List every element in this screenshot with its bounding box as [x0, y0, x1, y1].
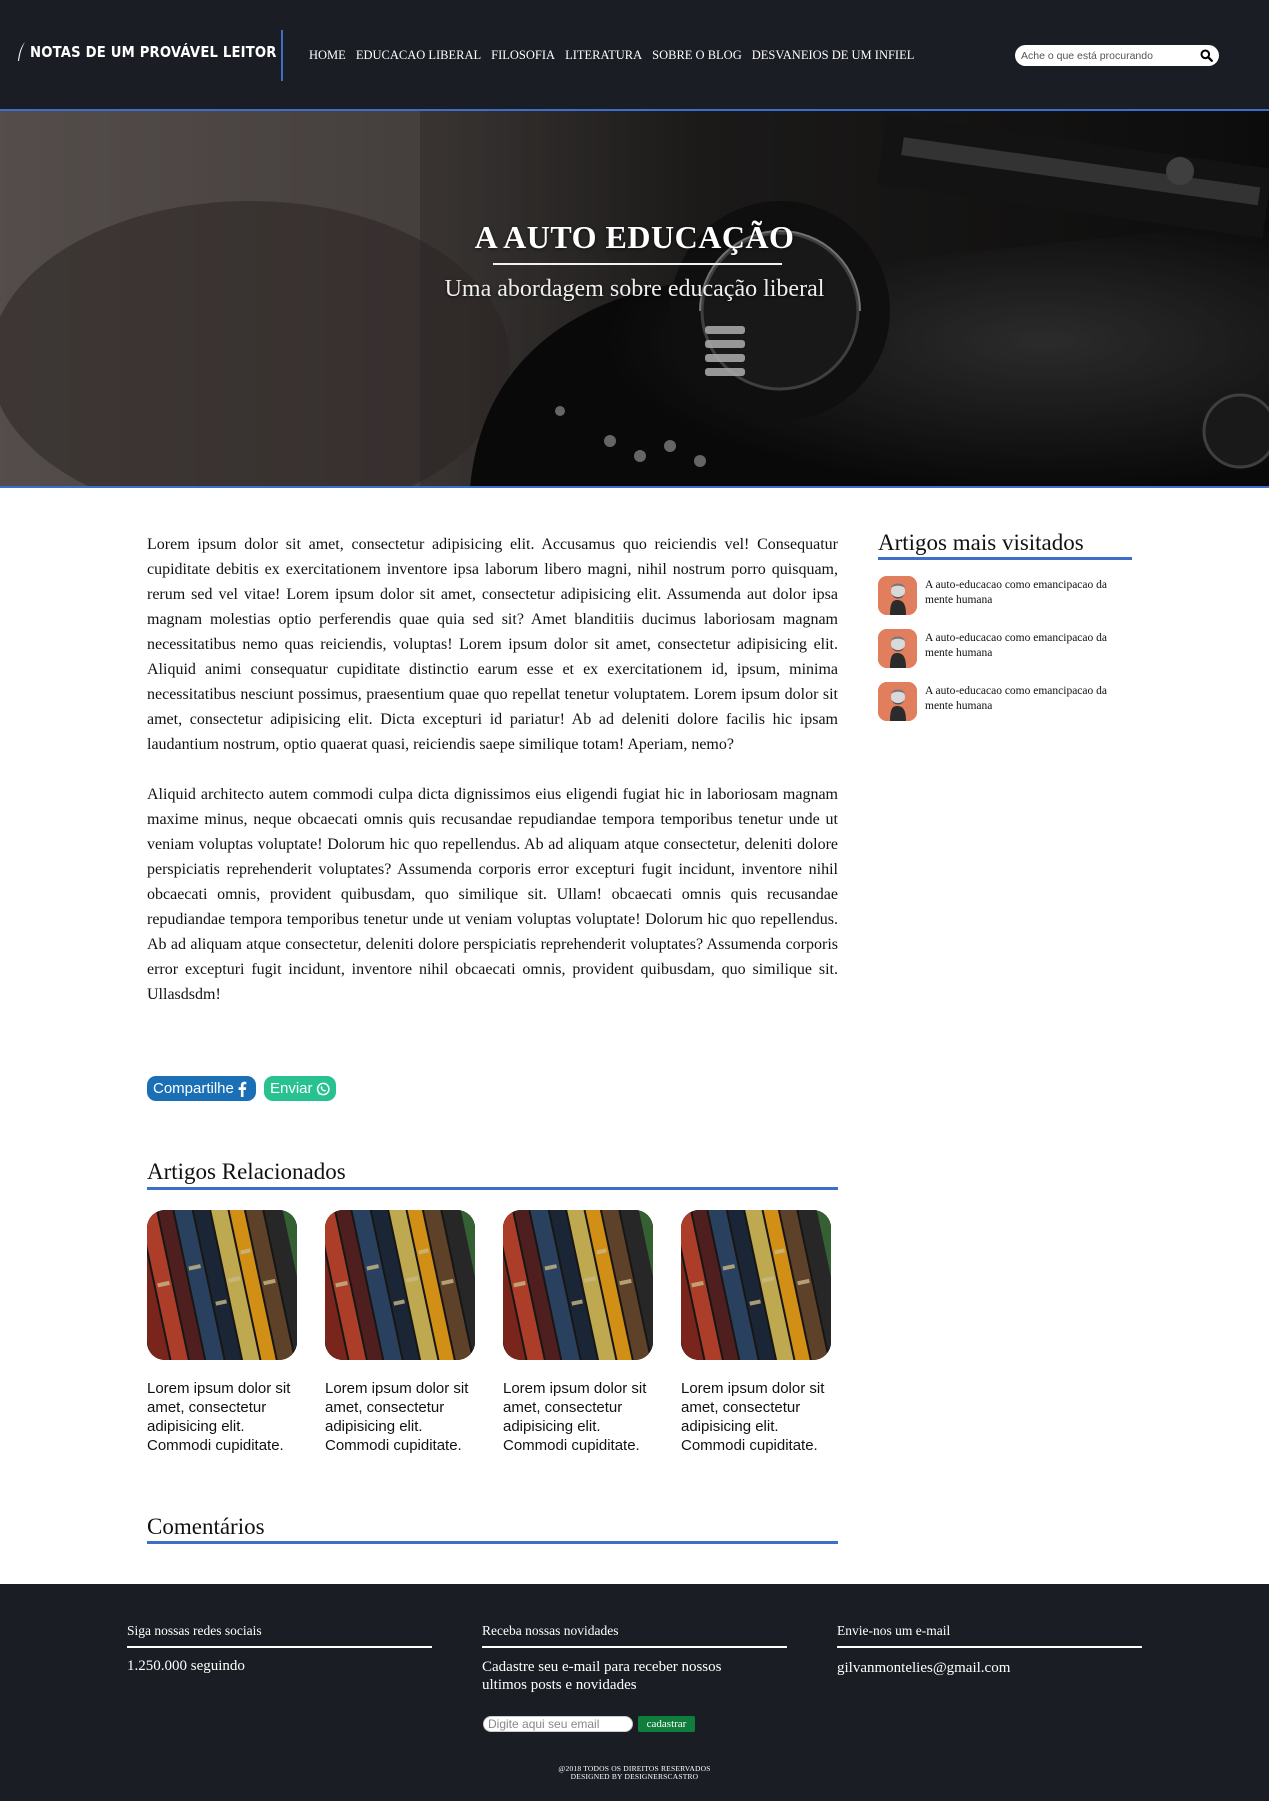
footer-news-underline: [482, 1646, 787, 1648]
author-portrait-icon[interactable]: [878, 629, 917, 668]
nav-sobre-o-blog[interactable]: SOBRE O BLOG: [652, 48, 742, 63]
bookshelf-thumbnail[interactable]: [503, 1210, 653, 1360]
bookshelf-thumbnail[interactable]: [147, 1210, 297, 1360]
related-card-text[interactable]: Lorem ipsum dolor sit amet, consectetur …: [681, 1379, 831, 1455]
search-icon[interactable]: [1200, 49, 1213, 62]
nav-home[interactable]: HOME: [309, 48, 346, 63]
quill-icon: [17, 41, 26, 63]
related-title: Artigos Relacionados: [147, 1159, 346, 1184]
newsletter-email-input[interactable]: [483, 1716, 633, 1732]
footer-social-title: Siga nossas redes sociais: [127, 1623, 262, 1638]
nav-filosofia[interactable]: FILOSOFIA: [491, 48, 555, 63]
popular-article-item[interactable]: A auto-educacao como emancipacao da ment…: [878, 576, 1125, 629]
nav-desvaneios[interactable]: DESVANEIOS DE UM INFIEL: [752, 48, 915, 63]
sidebar-title-underline: [878, 557, 1132, 560]
share-buttons: Compartilhe Enviar: [147, 1076, 336, 1101]
hero-title-underline: [493, 263, 782, 265]
related-card[interactable]: Lorem ipsum dolor sit amet, consectetur …: [325, 1210, 475, 1455]
hero-banner: A AUTO EDUCAÇÃO Uma abordagem sobre educ…: [0, 111, 1269, 488]
related-card[interactable]: Lorem ipsum dolor sit amet, consectetur …: [681, 1210, 831, 1455]
site-footer: Siga nossas redes sociais 1.250.000 segu…: [0, 1584, 1269, 1801]
popular-article-title[interactable]: A auto-educacao como emancipacao da ment…: [925, 578, 1125, 608]
author-portrait-icon[interactable]: [878, 682, 917, 721]
footer-email-title: Envie-nos um e-mail: [837, 1623, 951, 1638]
popular-article-title[interactable]: A auto-educacao como emancipacao da ment…: [925, 631, 1125, 661]
nav-educacao-liberal[interactable]: EDUCACAO LIBERAL: [356, 48, 481, 63]
facebook-icon: [238, 1081, 247, 1097]
footer-news-title: Receba nossas novidades: [482, 1623, 619, 1638]
related-card[interactable]: Lorem ipsum dolor sit amet, consectetur …: [147, 1210, 297, 1455]
search-input[interactable]: [1021, 49, 1196, 62]
footer-email-underline: [837, 1646, 1142, 1648]
popular-article-title[interactable]: A auto-educacao como emancipacao da ment…: [925, 684, 1125, 714]
copyright-line-2: DESIGNED BY DESIGNERSCASTRO: [570, 1772, 699, 1781]
related-card-text[interactable]: Lorem ipsum dolor sit amet, consectetur …: [503, 1379, 653, 1455]
share-facebook-label: Compartilhe: [153, 1080, 234, 1097]
hero-title: A AUTO EDUCAÇÃO: [474, 219, 795, 255]
footer-news-text: Cadastre seu e-mail para receber nossos …: [482, 1659, 722, 1693]
article-paragraph: Aliquid architecto autem commodi culpa d…: [147, 786, 838, 1003]
footer-email-address[interactable]: gilvanmontelies@gmail.com: [837, 1659, 1010, 1677]
popular-article-item[interactable]: A auto-educacao como emancipacao da ment…: [878, 682, 1125, 735]
share-facebook-button[interactable]: Compartilhe: [147, 1076, 256, 1101]
footer-social-count: 1.250.000 seguindo: [127, 1658, 245, 1674]
comments-title-underline: [147, 1541, 838, 1544]
site-header: NOTAS DE UM PROVÁVEL LEITOR HOME EDUCACA…: [0, 0, 1269, 111]
logo-divider: [281, 30, 283, 81]
popular-article-item[interactable]: A auto-educacao como emancipacao da ment…: [878, 629, 1125, 682]
comments-title: Comentários: [147, 1514, 265, 1539]
search-box: [1015, 45, 1219, 66]
author-portrait-icon[interactable]: [878, 576, 917, 615]
article-body: Lorem ipsum dolor sit amet, consectetur …: [147, 532, 838, 1032]
sidebar-title: Artigos mais visitados: [878, 530, 1084, 555]
related-card[interactable]: Lorem ipsum dolor sit amet, consectetur …: [503, 1210, 653, 1455]
bookshelf-thumbnail[interactable]: [325, 1210, 475, 1360]
related-card-text[interactable]: Lorem ipsum dolor sit amet, consectetur …: [325, 1379, 475, 1455]
newsletter-submit-button[interactable]: cadastrar: [638, 1716, 695, 1732]
site-logo[interactable]: NOTAS DE UM PROVÁVEL LEITOR: [17, 40, 310, 64]
article-paragraph: Lorem ipsum dolor sit amet, consectetur …: [147, 536, 838, 753]
share-whatsapp-label: Enviar: [270, 1080, 313, 1097]
logo-text: NOTAS DE UM PROVÁVEL LEITOR: [30, 43, 277, 61]
nav-literatura[interactable]: LITERATURA: [565, 48, 642, 63]
footer-social-underline: [127, 1646, 432, 1648]
related-card-text[interactable]: Lorem ipsum dolor sit amet, consectetur …: [147, 1379, 297, 1455]
hero-subtitle: Uma abordagem sobre educação liberal: [444, 276, 825, 302]
popular-articles-list: A auto-educacao como emancipacao da ment…: [878, 576, 1125, 735]
related-articles: Lorem ipsum dolor sit amet, consectetur …: [147, 1210, 831, 1455]
bookshelf-thumbnail[interactable]: [681, 1210, 831, 1360]
related-title-underline: [147, 1187, 838, 1190]
main-nav: HOME EDUCACAO LIBERAL FILOSOFIA LITERATU…: [309, 48, 924, 63]
share-whatsapp-button[interactable]: Enviar: [264, 1076, 336, 1101]
whatsapp-icon: [316, 1082, 330, 1095]
